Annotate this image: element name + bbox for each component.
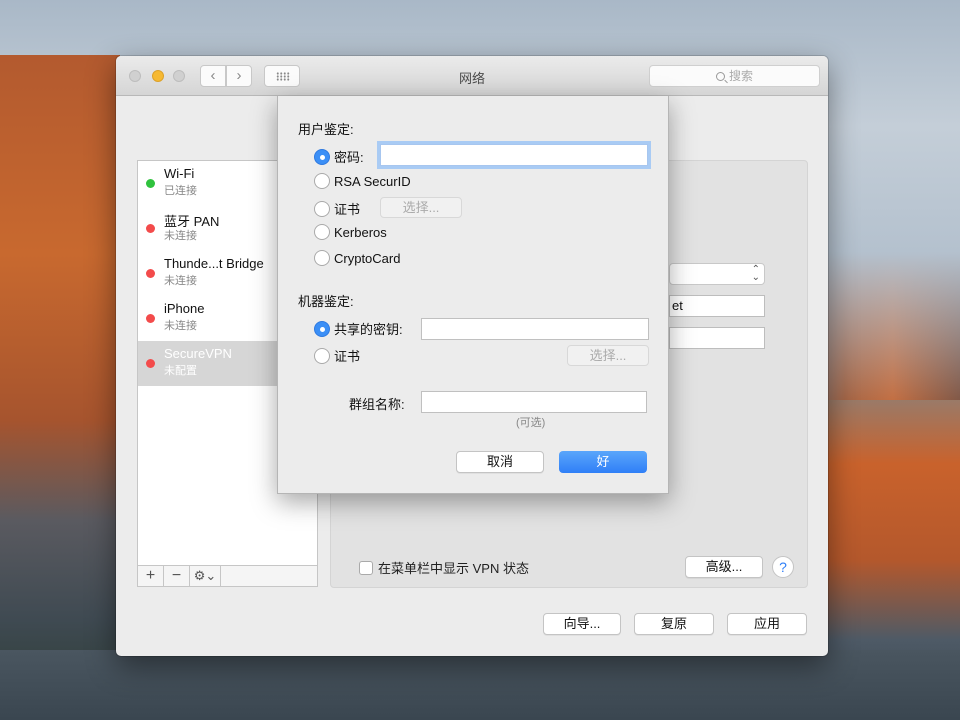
shared-secret-input[interactable]	[421, 318, 649, 340]
radio-button[interactable]	[314, 224, 330, 240]
add-service-button[interactable]: +	[138, 566, 164, 586]
optional-hint: (可选)	[516, 417, 546, 429]
user-auth-rsa-securid-option[interactable]: RSA SecurID	[314, 173, 411, 189]
select-label: 选择...	[589, 348, 627, 363]
apply-button[interactable]: 应用	[727, 613, 807, 635]
service-status: 未连接	[164, 275, 197, 287]
show-vpn-status-label: 在菜单栏中显示 VPN 状态	[378, 561, 529, 576]
remove-service-button[interactable]: −	[164, 566, 190, 586]
help-button[interactable]: ?	[772, 556, 794, 578]
show-vpn-status-checkbox[interactable]	[359, 561, 373, 575]
service-status: 未连接	[164, 320, 197, 332]
radio-button-selected[interactable]	[314, 321, 330, 337]
radio-button[interactable]	[314, 250, 330, 266]
user-auth-label: 用户鉴定:	[298, 122, 354, 137]
status-dot	[146, 269, 155, 278]
minus-icon: −	[171, 567, 182, 584]
service-name: iPhone	[164, 301, 205, 316]
revert-label: 复原	[660, 616, 687, 631]
ok-label: 好	[596, 454, 610, 469]
machine-auth-shared-secret-option[interactable]: 共享的密钥:	[314, 319, 403, 338]
user-auth-cryptocard-option[interactable]: CryptoCard	[314, 250, 400, 266]
machine-auth-certificate-option[interactable]: 证书	[314, 346, 360, 365]
option-label: RSA SecurID	[334, 174, 411, 189]
service-name: SecureVPN	[164, 346, 232, 361]
service-name: Wi-Fi	[164, 166, 195, 181]
search-icon	[715, 72, 725, 81]
plus-icon: +	[145, 567, 156, 584]
authentication-settings-sheet: 用户鉴定: 密码: RSA SecurID 证书 选择... Kerberos …	[277, 96, 669, 494]
group-name-label: 群组名称:	[349, 397, 405, 412]
user-cert-select-button[interactable]: 选择...	[380, 197, 462, 218]
service-status: 未连接	[164, 230, 197, 242]
assist-label: 向导...	[563, 616, 601, 631]
status-dot	[146, 314, 155, 323]
user-auth-kerberos-option[interactable]: Kerberos	[314, 224, 387, 240]
user-auth-password-option[interactable]: 密码:	[314, 147, 364, 166]
option-label: 密码:	[334, 150, 364, 165]
password-input[interactable]	[380, 144, 648, 166]
assist-me-button[interactable]: 向导...	[543, 613, 621, 635]
revert-button[interactable]: 复原	[634, 613, 714, 635]
radio-button[interactable]	[314, 201, 330, 217]
account-name-field[interactable]	[669, 327, 765, 349]
service-name: Thunde...t Bridge	[164, 256, 264, 271]
option-label: Kerberos	[334, 225, 387, 240]
server-address-text: et	[672, 298, 683, 313]
option-label: 共享的密钥:	[334, 322, 403, 337]
show-vpn-status-row[interactable]: 在菜单栏中显示 VPN 状态	[359, 558, 529, 577]
cancel-label: 取消	[486, 454, 513, 469]
service-list-toolbar: + − ⚙⌄	[137, 565, 318, 587]
search-placeholder: 搜索	[728, 69, 753, 83]
group-name-input[interactable]	[421, 391, 647, 413]
machine-auth-label: 机器鉴定:	[298, 294, 354, 309]
gear-icon: ⚙⌄	[193, 568, 217, 583]
radio-button[interactable]	[314, 173, 330, 189]
configuration-popup[interactable]: ⌃ ⌄	[669, 263, 765, 285]
cancel-button[interactable]: 取消	[456, 451, 544, 473]
wallpaper-ground	[0, 650, 960, 720]
wallpaper-cliff-left	[0, 55, 120, 720]
status-dot	[146, 179, 155, 188]
service-status: 已连接	[164, 185, 197, 197]
title-bar: ‹ › 网络 搜索	[116, 56, 828, 96]
action-menu-button[interactable]: ⚙⌄	[190, 566, 221, 586]
option-label: 证书	[334, 202, 361, 217]
advanced-label: 高级...	[705, 559, 743, 574]
updown-arrows-icon: ⌃ ⌄	[751, 264, 760, 283]
advanced-button[interactable]: 高级...	[685, 556, 763, 578]
select-label: 选择...	[402, 200, 440, 215]
radio-button-selected[interactable]	[314, 149, 330, 165]
server-address-field[interactable]: et	[669, 295, 765, 317]
ok-button[interactable]: 好	[559, 451, 647, 473]
service-status: 未配置	[164, 365, 197, 377]
help-icon: ?	[779, 559, 787, 575]
option-label: CryptoCard	[334, 251, 401, 266]
option-label: 证书	[334, 349, 361, 364]
status-dot	[146, 224, 155, 233]
search-field[interactable]: 搜索	[649, 65, 820, 87]
user-auth-certificate-option[interactable]: 证书	[314, 199, 360, 218]
apply-label: 应用	[753, 616, 780, 631]
machine-cert-select-button[interactable]: 选择...	[567, 345, 649, 366]
status-dot	[146, 359, 155, 368]
radio-button[interactable]	[314, 348, 330, 364]
